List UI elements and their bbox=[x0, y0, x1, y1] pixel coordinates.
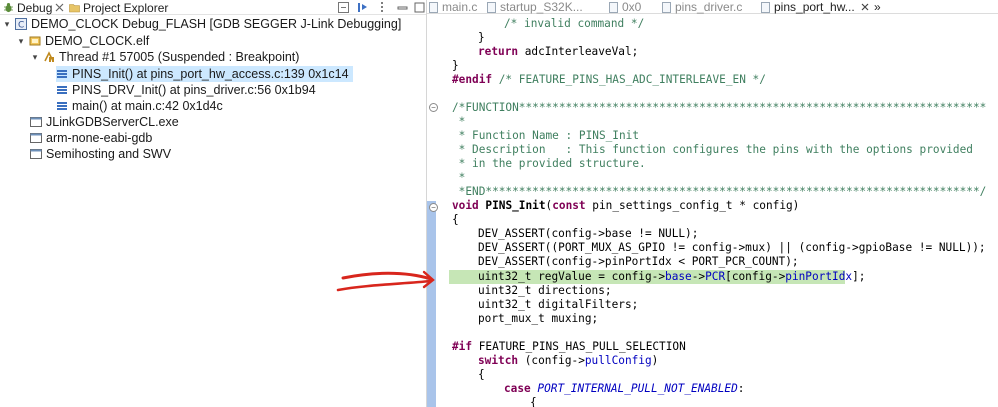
tree-item-frame-label: main() at main.c:42 0x1d4c bbox=[72, 99, 223, 113]
editor-tab-label: pins_port_hw... bbox=[774, 0, 855, 14]
tree-item-frame[interactable]: PINS_DRV_Init() at pins_driver.c:56 0x1b… bbox=[56, 82, 316, 98]
code-line: * bbox=[452, 115, 466, 128]
code-line: * bbox=[452, 171, 466, 184]
left-tab-bar: Debug Project Explorer bbox=[0, 0, 426, 15]
code-line: { bbox=[530, 396, 537, 407]
stack-frame-icon bbox=[57, 70, 67, 78]
minimize-icon[interactable] bbox=[396, 1, 408, 13]
tree-item-process[interactable]: JLinkGDBServerCL.exe bbox=[30, 114, 179, 130]
tree-item-thread-label: Thread #1 57005 (Suspended : Breakpoint) bbox=[59, 50, 300, 64]
tree-item-frame[interactable]: main() at main.c:42 0x1d4c bbox=[56, 98, 223, 114]
stack-frame-icon bbox=[57, 102, 67, 110]
fold-icon[interactable]: − bbox=[429, 103, 438, 112]
code-line: } bbox=[478, 31, 485, 44]
code-line: * Function Name : PINS_Init bbox=[452, 129, 640, 142]
tree-item-launch[interactable]: ▾ C DEMO_CLOCK Debug_FLASH [GDB SEGGER J… bbox=[2, 16, 402, 32]
code-line: DEV_ASSERT(config->pinPortIdx < PORT_PCR… bbox=[478, 255, 799, 268]
process-icon bbox=[29, 36, 41, 46]
code-line: port_mux_t muxing; bbox=[478, 312, 599, 325]
code-line: uint32_t directions; bbox=[478, 284, 612, 297]
code-line: case PORT_INTERNAL_PULL_NOT_ENABLED: bbox=[504, 382, 745, 395]
code-line: /*FUNCTION******************************… bbox=[452, 101, 987, 114]
maximize-icon[interactable] bbox=[413, 1, 425, 13]
tab-debug[interactable]: Debug bbox=[3, 0, 52, 15]
editor-tab-0x0[interactable]: 0x0 bbox=[609, 0, 641, 14]
tree-item-frame[interactable]: PINS_Init() at pins_port_hw_access.c:139… bbox=[56, 66, 353, 82]
code-line: * Description : This function configures… bbox=[452, 143, 973, 156]
tree-item-process[interactable]: Semihosting and SWV bbox=[30, 146, 171, 162]
tree-item-elf[interactable]: ▾ DEMO_CLOCK.elf bbox=[16, 33, 149, 49]
tree-item-process-label: JLinkGDBServerCL.exe bbox=[46, 115, 179, 129]
c-file-icon bbox=[761, 1, 770, 13]
c-file-icon bbox=[662, 1, 671, 13]
code-line: DEV_ASSERT(config->base != NULL); bbox=[478, 227, 699, 240]
editor-tab-pins-driver[interactable]: pins_driver.c bbox=[662, 0, 742, 14]
tree-item-thread[interactable]: ▾ Thread #1 57005 (Suspended : Breakpoin… bbox=[30, 49, 300, 65]
terminal-icon bbox=[30, 133, 42, 143]
code-line: * in the provided structure. bbox=[452, 157, 646, 170]
tab-project-explorer-label: Project Explorer bbox=[83, 0, 169, 15]
code-line: { bbox=[452, 213, 459, 226]
code-line: { bbox=[478, 368, 485, 381]
tree-item-launch-label: DEMO_CLOCK Debug_FLASH [GDB SEGGER J-Lin… bbox=[31, 17, 402, 31]
debug-view: Debug Project Explorer ▾ C DEMO_CLOCK De… bbox=[0, 0, 427, 407]
code-line: switch (config->pullConfig) bbox=[478, 354, 659, 367]
tab-debug-label: Debug bbox=[17, 0, 53, 15]
c-launch-icon: C bbox=[15, 18, 27, 30]
editor-tab-pins-port-hw[interactable]: pins_port_hw... bbox=[761, 0, 869, 14]
terminal-icon bbox=[30, 117, 42, 127]
editor-tab-label: pins_driver.c bbox=[675, 0, 743, 14]
debug-bug-icon bbox=[4, 3, 13, 13]
expand-icon[interactable]: ▾ bbox=[30, 52, 40, 62]
code-line: return adcInterleaveVal; bbox=[478, 45, 639, 58]
code-line: } bbox=[452, 59, 459, 72]
code-line: DEV_ASSERT((PORT_MUX_AS_GPIO != config->… bbox=[478, 241, 986, 254]
tab-project-explorer[interactable]: Project Explorer bbox=[69, 0, 168, 15]
tree-item-frame-label: PINS_DRV_Init() at pins_driver.c:56 0x1b… bbox=[72, 83, 316, 97]
expand-icon[interactable]: ▾ bbox=[2, 19, 12, 29]
tree-item-process-label: Semihosting and SWV bbox=[46, 147, 172, 161]
code-line: /* invalid command */ bbox=[504, 17, 645, 30]
disassembly-icon bbox=[609, 1, 618, 13]
more-tabs-button[interactable]: » bbox=[874, 0, 881, 14]
code-line: uint32_t digitalFilters; bbox=[478, 298, 639, 311]
close-icon[interactable] bbox=[53, 1, 65, 13]
occurrence-range-bar bbox=[427, 201, 436, 407]
close-icon[interactable] bbox=[861, 3, 869, 11]
editor-tab-main[interactable]: main.c bbox=[429, 0, 477, 14]
tree-item-process[interactable]: arm-none-eabi-gdb bbox=[30, 130, 152, 146]
fold-icon[interactable]: − bbox=[429, 203, 438, 212]
stack-frame-icon bbox=[57, 86, 67, 94]
step-filter-icon[interactable] bbox=[356, 1, 368, 13]
asm-file-icon bbox=[487, 1, 496, 13]
editor-tab-label: main.c bbox=[442, 0, 478, 14]
collapse-all-icon[interactable] bbox=[337, 1, 349, 13]
code-line: #endif /* FEATURE_PINS_HAS_ADC_INTERLEAV… bbox=[452, 73, 766, 86]
code-line: #if FEATURE_PINS_HAS_PULL_SELECTION bbox=[452, 340, 686, 353]
editor-tab-startup[interactable]: startup_S32K... bbox=[487, 0, 583, 14]
tree-item-frame-label: PINS_Init() at pins_port_hw_access.c:139… bbox=[72, 67, 349, 81]
expand-icon[interactable]: ▾ bbox=[16, 36, 26, 46]
editor-tab-label: startup_S32K... bbox=[500, 0, 583, 14]
code-line: *END************************************… bbox=[452, 185, 987, 198]
tree-item-process-label: arm-none-eabi-gdb bbox=[46, 131, 153, 145]
editor-tab-bar: main.c startup_S32K... 0x0 pins_driver.c… bbox=[427, 0, 998, 14]
folder-icon bbox=[69, 4, 80, 13]
terminal-icon bbox=[30, 149, 42, 159]
code-line: void PINS_Init(const pin_settings_config… bbox=[452, 199, 800, 212]
c-file-icon bbox=[429, 1, 438, 13]
editor-tab-label: 0x0 bbox=[622, 0, 642, 14]
code-editor: main.c startup_S32K... 0x0 pins_driver.c… bbox=[427, 0, 998, 407]
current-code-line: uint32_t regValue = config->base->PCR[co… bbox=[478, 270, 866, 283]
view-menu-icon[interactable] bbox=[376, 1, 388, 13]
more-tabs-label: » bbox=[874, 0, 881, 14]
svg-text:C: C bbox=[18, 21, 24, 31]
tree-item-elf-label: DEMO_CLOCK.elf bbox=[45, 34, 150, 48]
thread-suspended-icon bbox=[44, 51, 54, 62]
